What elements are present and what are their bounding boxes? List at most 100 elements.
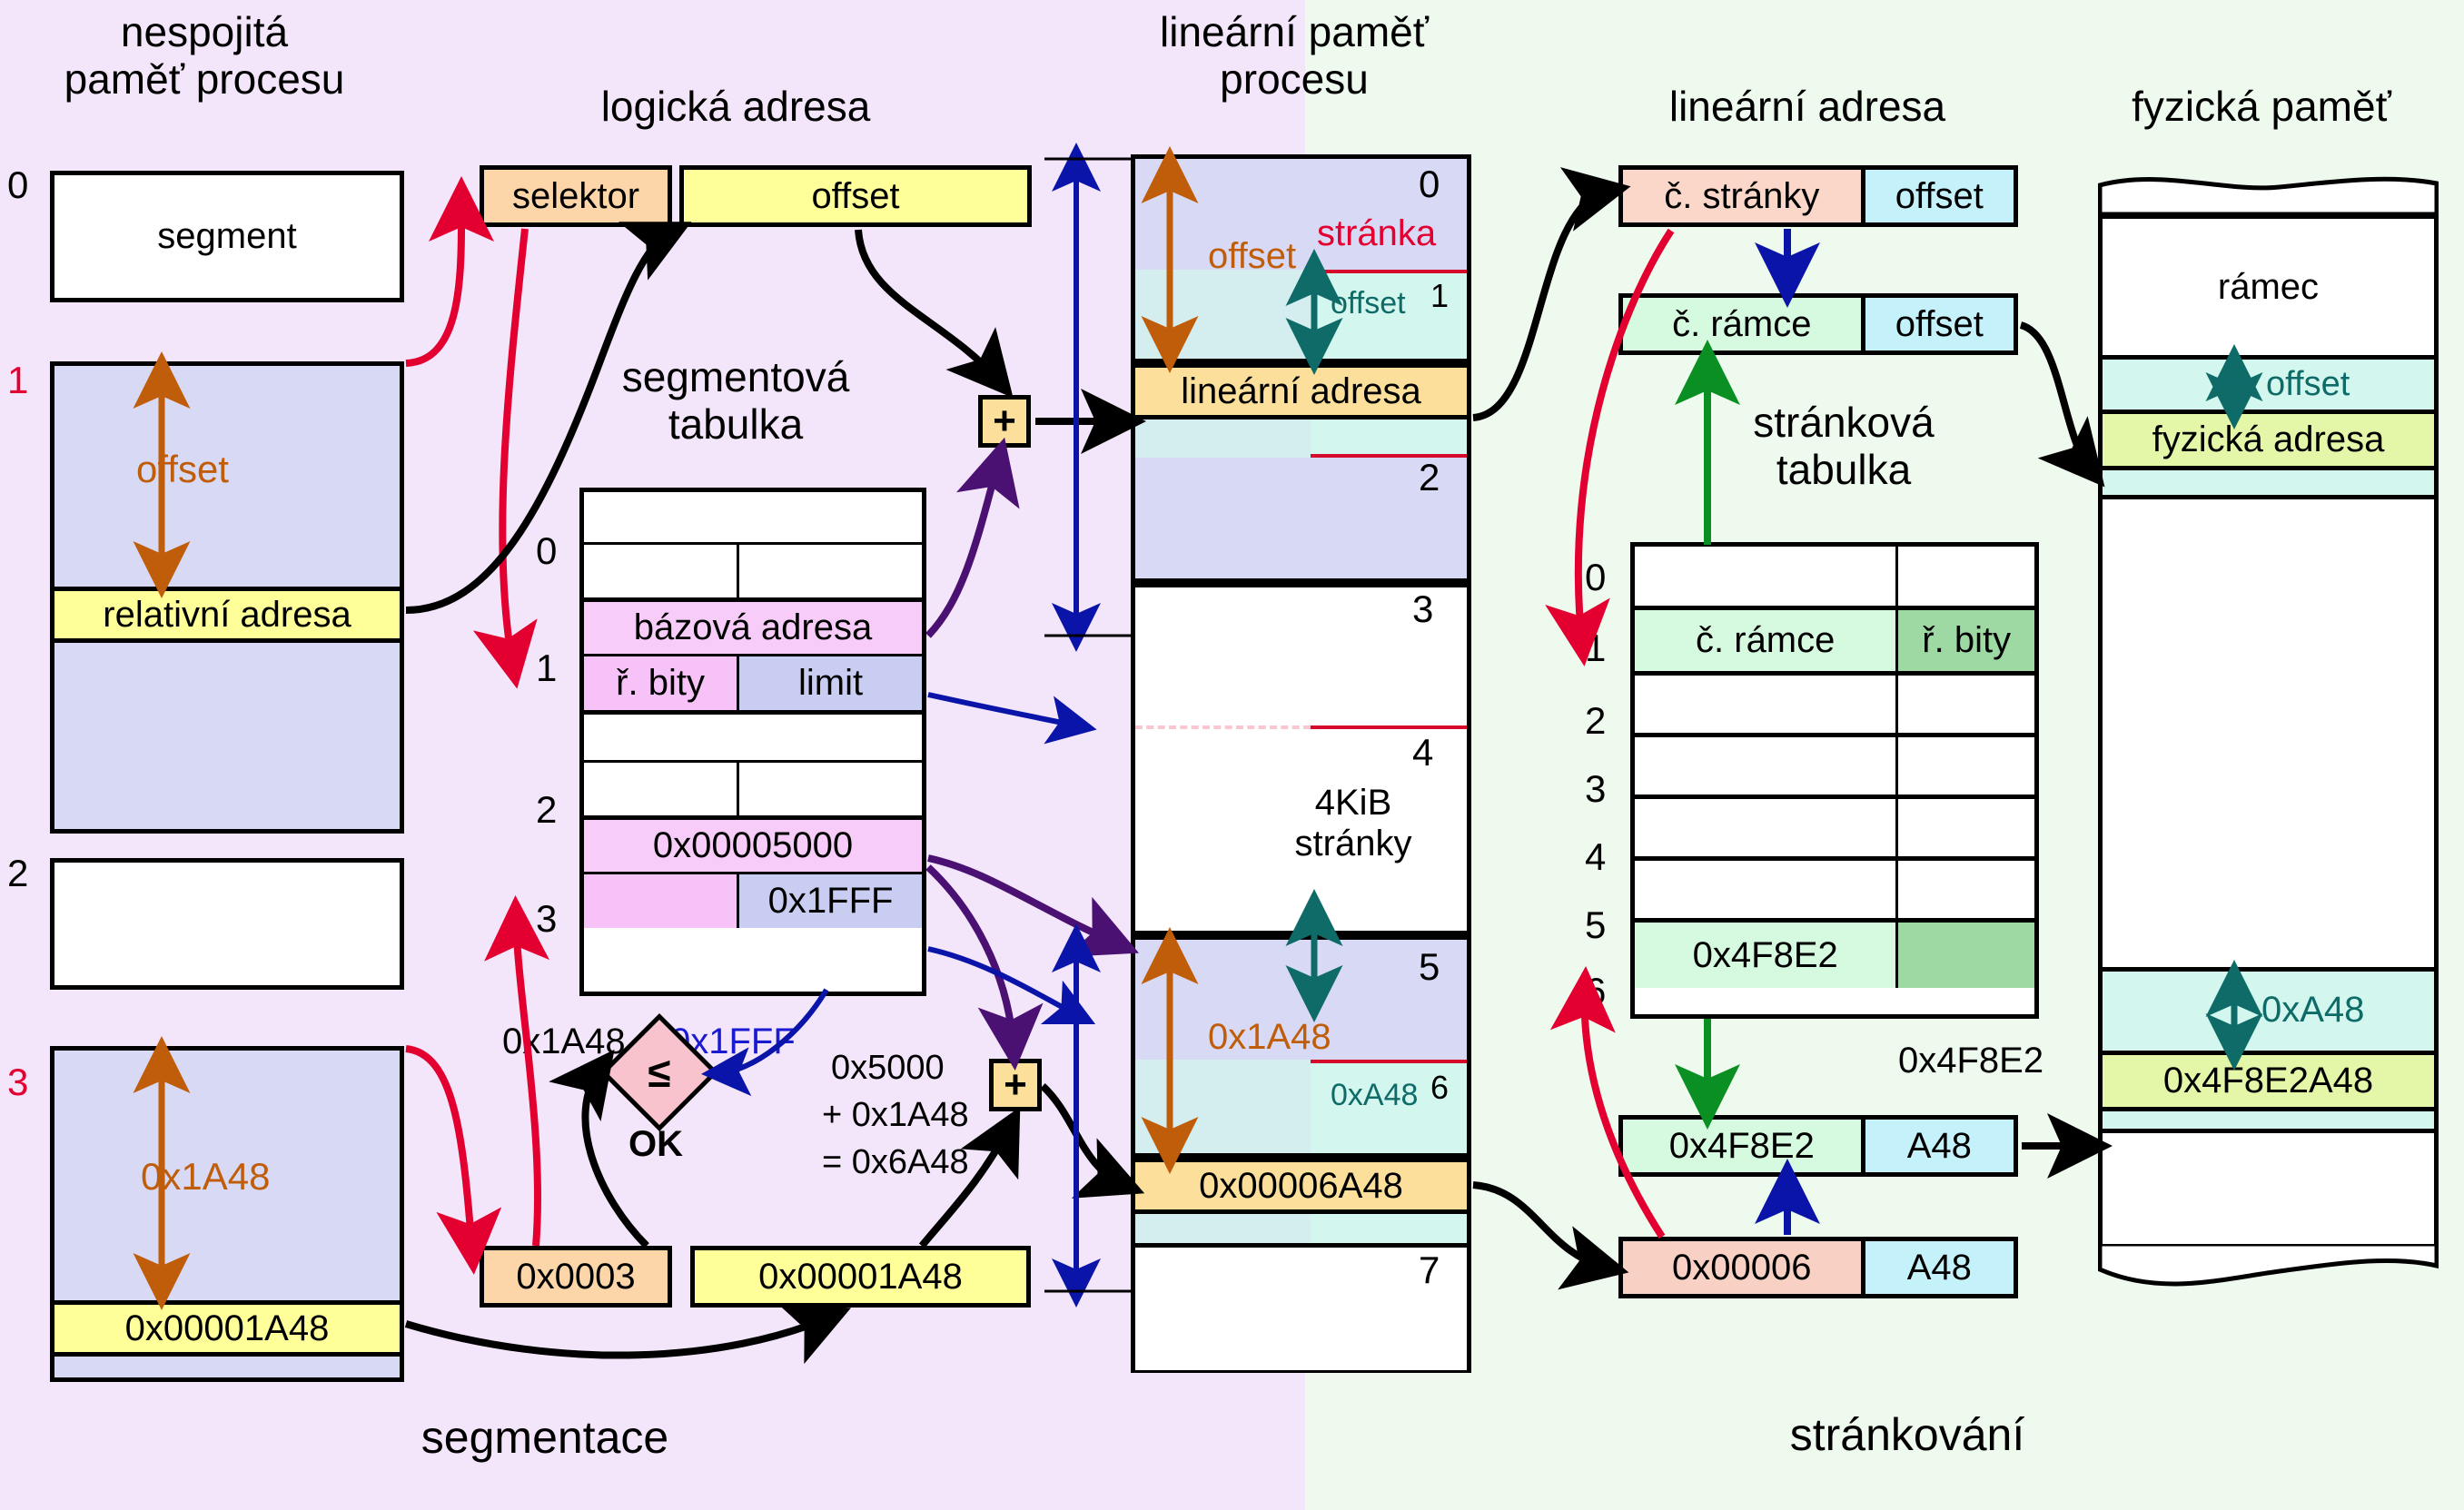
segment-row3-base[interactable]: 0x00005000 [584, 815, 922, 872]
page-row1-frame[interactable]: č. rámce [1635, 610, 1899, 676]
physical-address-value-block: 0x4F8E2A48 [2098, 1055, 2439, 1111]
page-row1-rights[interactable]: ř. bity [1898, 610, 2034, 676]
page-table-index-5: 5 [1585, 903, 1607, 946]
segment-row1-limit[interactable]: limit [739, 654, 922, 710]
adder-plus-symbol-segmentation: + [1004, 1062, 1027, 1107]
frame-offset-value[interactable]: A48 [1865, 1120, 2014, 1172]
segment-row2-base[interactable] [584, 710, 922, 763]
page-row6-rights[interactable] [1898, 923, 2034, 988]
linear-page-block-7: 7 [1131, 1214, 1471, 1373]
page-table-index-2: 2 [1585, 699, 1607, 742]
process-memory-index-3: 3 [7, 1061, 29, 1103]
physical-frame-value-label: 0x4F8E2 [1898, 1041, 2044, 1081]
process-memory-segment-label: segment [157, 216, 297, 256]
linear-page-7-top-right [1311, 1214, 1467, 1243]
physical-frame-block: rámec [2098, 214, 2439, 360]
page-table-index-4: 4 [1585, 835, 1607, 878]
physical-address-value: 0x4F8E2A48 [2162, 1061, 2374, 1100]
logical-offset-label: offset [811, 175, 900, 216]
page-number-value[interactable]: 0x00006 [1623, 1241, 1865, 1294]
frame-number-field[interactable]: č. rámce [1623, 298, 1865, 350]
linear-page-index-1: 1 [1430, 277, 1450, 314]
physical-after-block [2098, 470, 2439, 499]
linear-offset-small-value: 0xA48 [1331, 1078, 1419, 1112]
title-logical-address: logická adresa [600, 83, 871, 130]
adder-plus-symbol-top: + [993, 399, 1016, 443]
physical-address-block: fyzická adresa [2098, 414, 2439, 470]
linear-page-block-2: 2 [1131, 419, 1471, 583]
logical-offset-value: 0x00001A48 [758, 1256, 963, 1297]
segment3-relative-address: 0x00001A48 [54, 1300, 400, 1357]
physical-offset-value: 0xA48 [2261, 990, 2365, 1030]
page-row3-rights[interactable] [1898, 737, 2034, 799]
physical-offset-block: offset [2098, 360, 2439, 414]
physical-memory-column: rámec offset fyzická adresa 0xA48 0x4F8E… [2098, 173, 2439, 1346]
page-row3-frame[interactable] [1635, 737, 1899, 799]
process-memory-segment-1: relativní adresa offset [50, 361, 404, 834]
page-table-index-6: 6 [1585, 970, 1607, 1012]
relative-address-row: relativní adresa [54, 587, 400, 643]
segment-row2-rights[interactable] [584, 763, 740, 815]
linear-page-index-0: 0 [1419, 163, 1440, 205]
segment-row2-limit[interactable] [739, 763, 922, 815]
page-size-label: 4KiB stránky [1294, 783, 1412, 864]
physical-address-label: fyzická adresa [2152, 419, 2385, 459]
page-row5-frame[interactable] [1635, 861, 1899, 923]
physical-after-block-2 [2098, 1111, 2439, 1133]
frame-offset-field[interactable]: offset [1865, 298, 2014, 350]
segment-row0-base[interactable] [584, 492, 922, 545]
adder-box-top: + [978, 395, 1031, 448]
linear-page-index-7: 7 [1419, 1248, 1440, 1291]
adder-box-segmentation: + [989, 1059, 1042, 1111]
physical-memory-bottom-wave [2098, 1244, 2439, 1298]
linear-page-block-3-4: 3 4 4KiB stránky [1131, 583, 1471, 935]
page-row0-frame[interactable] [1635, 547, 1899, 610]
frame-address-fields-box[interactable]: č. rámce offset [1618, 293, 2018, 355]
linear-memory-column: 0 stránka offset offset 1 lineární adres… [1131, 154, 1471, 1380]
page-row2-frame[interactable] [1635, 676, 1899, 737]
segment-table-index-1: 1 [536, 646, 558, 689]
linear-page-block-0-1: 0 stránka offset offset 1 [1131, 154, 1471, 363]
linear-address-value-box[interactable]: 0x00006 A48 [1618, 1237, 2018, 1298]
page-table-index-0: 0 [1585, 556, 1607, 598]
page-row0-rights[interactable] [1898, 547, 2034, 610]
page-row2-rights[interactable] [1898, 676, 2034, 737]
segment-row3-rights[interactable] [584, 872, 740, 928]
page-number-field[interactable]: č. stránky [1623, 170, 1865, 222]
process-memory-index-2: 2 [7, 852, 29, 894]
compare-result: OK [628, 1124, 683, 1164]
linear-page-index-2: 2 [1419, 456, 1440, 498]
page-row4-rights[interactable] [1898, 799, 2034, 861]
process-memory-segment-2 [50, 858, 404, 990]
segment-row3-limit[interactable]: 0x1FFF [739, 872, 922, 928]
segment-row0-limit[interactable] [739, 545, 922, 597]
logical-offset-box[interactable]: offset [679, 165, 1032, 227]
compare-left-value: 0x1A48 [502, 1021, 626, 1061]
logical-offset-value-box[interactable]: 0x00001A48 [690, 1246, 1031, 1308]
physical-bottom-block [2098, 1133, 2439, 1251]
segment-row0-rights[interactable] [584, 545, 740, 597]
page-row5-rights[interactable] [1898, 861, 2034, 923]
selector-value-box[interactable]: 0x0003 [480, 1246, 672, 1308]
segment-row1-rights[interactable]: ř. bity [584, 654, 740, 710]
process-memory-segment-0: segment [50, 171, 404, 302]
process-memory-index-1: 1 [7, 359, 29, 401]
page-table-index-3: 3 [1585, 767, 1607, 810]
linear-offset-field[interactable]: offset [1865, 170, 2014, 222]
footer-segmentation: segmentace [421, 1412, 669, 1463]
segment-row1-base[interactable]: bázová adresa [584, 597, 922, 654]
process-memory-index-0: 0 [7, 163, 29, 206]
physical-memory-top-wave [2098, 173, 2439, 216]
title-page-table: stránková tabulka [1753, 399, 1935, 493]
linear-page-index-6: 6 [1430, 1069, 1450, 1106]
adder-line3: = 0x6A48 [822, 1143, 969, 1181]
frame-address-value-box[interactable]: 0x4F8E2 A48 [1618, 1115, 2018, 1177]
page-row4-frame[interactable] [1635, 799, 1899, 861]
page-row6-frame[interactable]: 0x4F8E2 [1635, 923, 1899, 988]
frame-number-value[interactable]: 0x4F8E2 [1623, 1120, 1865, 1172]
linear-address-fields-box[interactable]: č. stránky offset [1618, 165, 2018, 227]
selector-label: selektor [511, 175, 640, 216]
linear-page-index-3: 3 [1412, 587, 1434, 630]
linear-offset-value-field[interactable]: A48 [1865, 1241, 2014, 1294]
selector-box[interactable]: selektor [480, 165, 672, 227]
